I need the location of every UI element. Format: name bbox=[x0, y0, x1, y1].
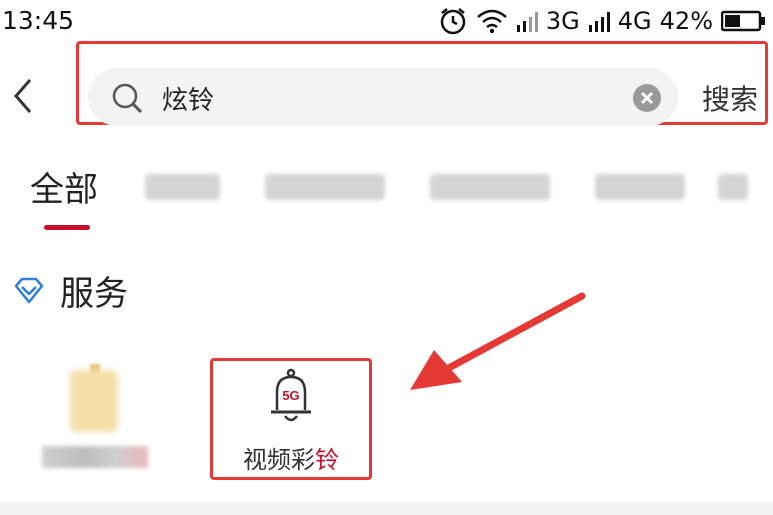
network-3g-label: 3G bbox=[545, 7, 580, 35]
bottom-divider bbox=[0, 502, 773, 515]
search-button[interactable]: 搜索 bbox=[702, 78, 758, 118]
clear-icon[interactable] bbox=[632, 83, 662, 113]
category-tabs: 全部 bbox=[0, 150, 773, 240]
service-label: 视频彩铃 bbox=[210, 440, 372, 475]
tab-blurred-2[interactable] bbox=[265, 174, 385, 200]
status-indicators: 3G 4G 42% bbox=[438, 6, 767, 36]
section-title: 服务 bbox=[60, 274, 128, 314]
bell-icon: 5G bbox=[271, 368, 311, 422]
back-icon[interactable] bbox=[8, 76, 38, 116]
tab-all[interactable]: 全部 bbox=[30, 162, 98, 211]
search-input[interactable]: 炫铃 bbox=[88, 68, 678, 126]
signal-4g: 4G bbox=[588, 7, 652, 35]
tab-blurred-1[interactable] bbox=[145, 174, 220, 200]
bell-badge-text: 5G bbox=[282, 388, 299, 403]
signal-3g-icon bbox=[516, 12, 538, 32]
alarm-icon bbox=[440, 8, 466, 35]
network-4g-label: 4G bbox=[617, 7, 652, 35]
tab-blurred-5[interactable] bbox=[718, 174, 748, 200]
service-item-video-ringtone[interactable]: 5G 视频彩铃 bbox=[210, 358, 372, 480]
status-bar: 13:45 3G 4G 42% bbox=[0, 0, 773, 44]
tab-blurred-3[interactable] bbox=[430, 174, 550, 200]
blurred-service-icon bbox=[70, 370, 118, 432]
service-label-main: 视频彩 bbox=[243, 446, 315, 474]
service-label-accent: 铃 bbox=[315, 446, 339, 474]
screen: 13:45 3G 4G 42% 炫铃 搜索 全部 服务 5G 视频彩铃 bbox=[0, 0, 773, 515]
blurred-service-label bbox=[42, 446, 148, 468]
wifi-icon bbox=[477, 9, 507, 34]
signal-3g: 3G bbox=[516, 7, 580, 35]
service-item-blurred[interactable] bbox=[40, 350, 150, 480]
search-query[interactable]: 炫铃 bbox=[162, 80, 214, 117]
diamond-icon bbox=[14, 277, 44, 303]
tab-blurred-4[interactable] bbox=[595, 174, 685, 200]
search-icon bbox=[112, 83, 143, 114]
battery-percent: 42% bbox=[659, 7, 713, 35]
pointer-arrow bbox=[410, 292, 586, 390]
tab-active-indicator bbox=[44, 225, 90, 230]
signal-4g-icon bbox=[588, 12, 610, 32]
status-time: 13:45 bbox=[2, 6, 75, 35]
section-header: 服务 bbox=[12, 266, 128, 315]
search-header: 炫铃 搜索 bbox=[0, 41, 773, 142]
battery-icon bbox=[721, 10, 765, 32]
